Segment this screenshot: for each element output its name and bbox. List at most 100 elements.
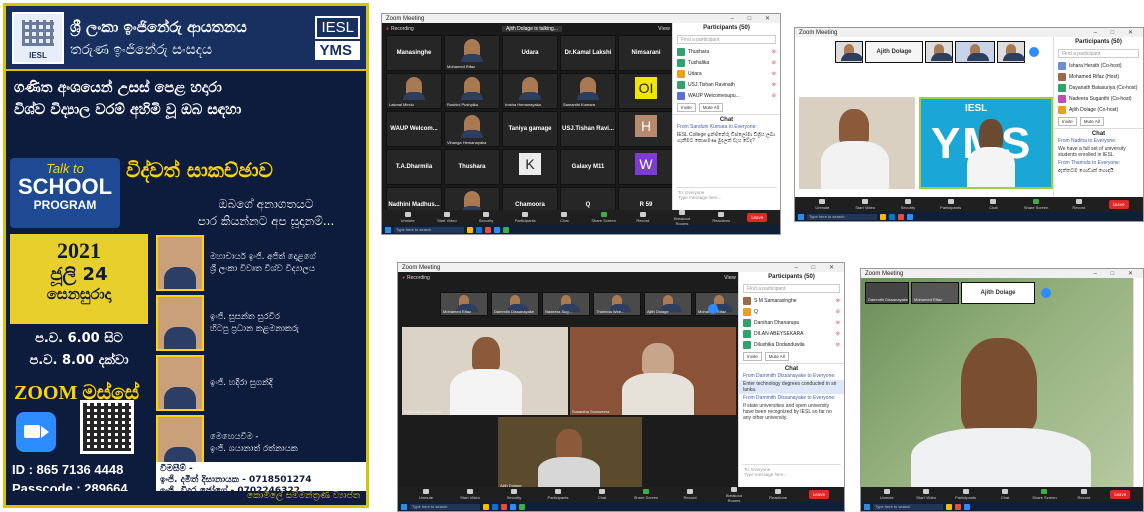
participant-tile[interactable]: Nimsarani <box>618 35 674 71</box>
thumbnail-tile[interactable]: Ajith Dolage <box>644 292 692 316</box>
chat-input[interactable]: To: Everyone Type message here... <box>742 464 841 484</box>
participant-row[interactable]: Tushalika ⊘ <box>673 57 780 68</box>
participant-search-input[interactable]: Find a participant <box>743 284 840 293</box>
security-button[interactable]: Security <box>501 489 527 500</box>
participants-button[interactable]: Participants <box>512 212 538 223</box>
participant-tile[interactable]: Taniya gamage <box>502 111 558 147</box>
windows-start-icon[interactable] <box>864 503 870 510</box>
thumbnail-tile[interactable]: Nadeera Sug... <box>542 292 590 316</box>
record-button[interactable]: Record <box>630 212 656 223</box>
thumbnail-tile[interactable]: Tharinda Wee... <box>593 292 641 316</box>
security-button[interactable]: Security <box>473 212 499 223</box>
leave-button[interactable]: Leave <box>1110 490 1131 499</box>
participant-row[interactable]: Thushara ⊘ <box>673 46 780 57</box>
next-page-icon[interactable] <box>1029 47 1039 57</box>
participant-row[interactable]: Q ⊘ <box>739 306 844 317</box>
participant-tile[interactable]: T.A.Dharmila <box>386 149 442 185</box>
unmute-button[interactable]: Unmute <box>809 199 835 210</box>
participant-tile[interactable]: H <box>618 111 674 147</box>
participant-tile[interactable]: Rushini Pushpika <box>444 73 500 109</box>
security-button[interactable]: Security <box>895 199 921 210</box>
participant-row[interactable]: Udara ⊘ <box>673 68 780 79</box>
mute-all-button[interactable]: Mute All <box>698 103 723 112</box>
chat-button[interactable]: Chat <box>992 489 1018 500</box>
unmute-button[interactable]: Unmute <box>413 489 439 500</box>
participant-tile[interactable]: WAUP Welcom... <box>386 111 442 147</box>
unmute-button[interactable]: Unmute <box>874 489 900 500</box>
taskbar-app-icon[interactable] <box>898 213 904 220</box>
taskbar-app-icon[interactable] <box>880 213 886 220</box>
thumbnail-tile[interactable] <box>997 41 1025 63</box>
thumbnail-tile[interactable]: Mohamed Rifaz <box>911 282 959 304</box>
thumbnail-tile[interactable]: Dammith Dissanayake <box>491 292 539 316</box>
leave-button[interactable]: Leave <box>747 213 768 222</box>
participant-tile[interactable]: Samanthi Kumara <box>560 73 616 109</box>
taskbar-app-icon[interactable] <box>964 503 970 510</box>
windows-start-icon[interactable] <box>401 503 407 510</box>
participant-search-input[interactable]: Find a participant <box>1058 49 1139 58</box>
taskbar-app-icon[interactable] <box>467 226 473 233</box>
invite-button[interactable]: Invite <box>743 352 762 361</box>
participant-tile[interactable]: Dr.Kamal Lakshi <box>560 35 616 71</box>
windows-start-icon[interactable] <box>385 226 391 233</box>
taskbar-app-icon[interactable] <box>494 226 500 233</box>
thumbnail-tile[interactable] <box>835 41 863 63</box>
participant-row[interactable]: WAUP Welcomesupu... ⊘ <box>673 90 780 101</box>
participant-row[interactable]: Darshan Dhanarupa ⊘ <box>739 317 844 328</box>
thumbnail-tile[interactable]: Mohamed Rifaz <box>695 292 743 316</box>
taskbar-search[interactable]: Type here to search <box>394 226 464 233</box>
participants-button[interactable]: Participants <box>938 199 964 210</box>
participant-row[interactable]: Dilushika Dodanduwila ⊘ <box>739 339 844 350</box>
window-controls[interactable]: – □ ✕ <box>1094 29 1139 36</box>
thumbnail-tile[interactable]: Ajith Dolage <box>961 282 1035 304</box>
reactions-button[interactable]: Reactions <box>765 489 791 500</box>
participant-tile[interactable]: Galaxy M11 <box>560 149 616 185</box>
unmute-button[interactable]: Unmute <box>395 212 421 223</box>
participant-tile[interactable]: Vihanga Hemanayaka <box>444 111 500 147</box>
taskbar-app-icon[interactable] <box>503 226 509 233</box>
participant-row[interactable]: Ajith Dolage (Co-host) <box>1054 104 1143 115</box>
mute-all-button[interactable]: Mute All <box>1079 117 1104 126</box>
invite-button[interactable]: Invite <box>677 103 696 112</box>
taskbar-app-icon[interactable] <box>889 213 895 220</box>
participant-tile[interactable]: Manasinghe <box>386 35 442 71</box>
taskbar-app-icon[interactable] <box>501 503 507 510</box>
share-screen-button[interactable]: Share Screen <box>591 212 617 223</box>
participant-tile[interactable]: Thushara <box>444 149 500 185</box>
chat-button[interactable]: Chat <box>589 489 615 500</box>
participant-tile[interactable]: W <box>618 149 674 185</box>
start-video-button[interactable]: Start Video <box>852 199 878 210</box>
taskbar-search[interactable]: Type here to search <box>873 503 943 510</box>
taskbar-app-icon[interactable] <box>492 503 498 510</box>
window-controls[interactable]: – □ ✕ <box>731 15 776 22</box>
participant-row[interactable]: USJ.Tishan Ravinath ⊘ <box>673 79 780 90</box>
share-screen-button[interactable]: Share Screen <box>1031 489 1057 500</box>
taskbar-app-icon[interactable] <box>519 503 525 510</box>
window-controls[interactable]: – □ ✕ <box>1094 270 1139 277</box>
breakout-rooms-button[interactable]: Breakout Rooms <box>721 486 747 503</box>
taskbar-app-icon[interactable] <box>483 503 489 510</box>
participant-tile[interactable]: USJ.Tishan Ravi... <box>560 111 616 147</box>
start-video-button[interactable]: Start Video <box>457 489 483 500</box>
thumbnail-tile[interactable]: Dammith Dissanayake <box>865 282 909 304</box>
participant-tile[interactable]: Mohamed Rifaz <box>444 35 500 71</box>
chat-input[interactable]: To: Everyone Type message here... <box>676 187 777 207</box>
chat-button[interactable]: Chat <box>551 212 577 223</box>
participant-row[interactable]: Nadeera Suganthi (Co-host) <box>1054 93 1143 104</box>
thumbnail-tile[interactable]: Ajith Dolage <box>865 41 923 63</box>
participant-row[interactable]: DILAN ABEYSEKARA ⊘ <box>739 328 844 339</box>
view-button[interactable]: View <box>724 275 736 281</box>
share-screen-button[interactable]: Share Screen <box>633 489 659 500</box>
participant-tile[interactable]: Irosha Hemanayaka <box>502 73 558 109</box>
record-button[interactable]: Record <box>1071 489 1097 500</box>
taskbar-app-icon[interactable] <box>510 503 516 510</box>
record-button[interactable]: Record <box>1066 199 1092 210</box>
participant-tile[interactable]: Udara <box>502 35 558 71</box>
record-button[interactable]: Record <box>677 489 703 500</box>
taskbar-app-icon[interactable] <box>485 226 491 233</box>
reactions-button[interactable]: Reactions <box>708 212 734 223</box>
view-button[interactable]: View <box>658 26 670 32</box>
participant-row[interactable]: S M Samarasinghe ⊘ <box>739 295 844 306</box>
participant-row[interactable]: Ishara Herath (Co-host) <box>1054 60 1143 71</box>
windows-start-icon[interactable] <box>798 213 804 220</box>
